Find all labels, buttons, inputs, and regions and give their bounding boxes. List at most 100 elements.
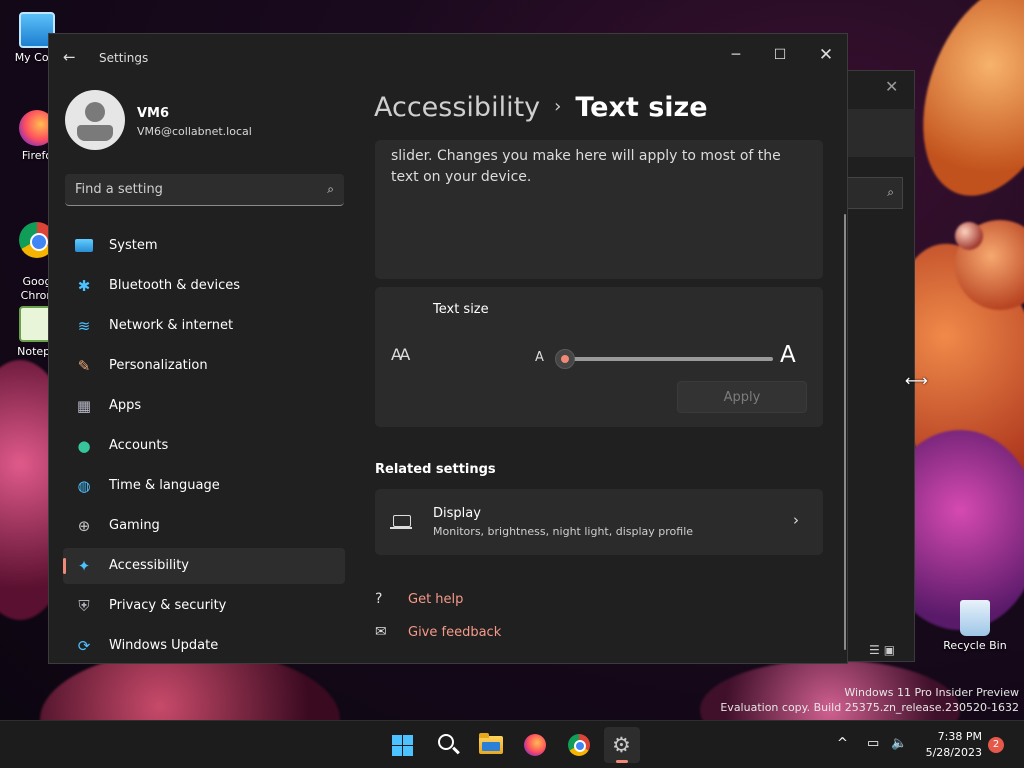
brush-icon: ✎	[77, 357, 91, 375]
chrome-icon	[568, 734, 590, 756]
monitor-icon	[75, 239, 93, 252]
bluetooth-icon: ✱	[77, 277, 91, 295]
get-help-link[interactable]: ? Get help	[375, 591, 463, 607]
watermark-line: Evaluation copy. Build 25375.zn_release.…	[720, 701, 1019, 714]
display-settings-link[interactable]: Display Monitors, brightness, night ligh…	[375, 489, 823, 555]
desktop-icon-label: Recycle Bin	[943, 639, 1007, 652]
chevron-up-icon[interactable]: ^	[837, 736, 848, 751]
taskbar-file-explorer[interactable]	[473, 727, 509, 763]
sidebar-item-label: Gaming	[109, 518, 160, 533]
network-icon[interactable]: ▭	[867, 736, 879, 751]
sidebar-item-privacy-security[interactable]: ⛨ Privacy & security	[63, 588, 345, 624]
resize-cursor-icon: ⟷	[905, 371, 928, 390]
taskbar: ⚙ ^ ▭ 🔈 7:38 PM 5/28/2023 2	[0, 720, 1024, 768]
taskbar-settings[interactable]: ⚙	[604, 727, 640, 763]
scrollbar[interactable]	[844, 214, 846, 650]
search-box[interactable]: ⌕	[65, 174, 344, 206]
sidebar-item-time-language[interactable]: ◍ Time & language	[63, 468, 345, 504]
avatar[interactable]	[65, 90, 125, 150]
display-subtitle: Monitors, brightness, night light, displ…	[433, 525, 694, 538]
sidebar-nav: System ✱ Bluetooth & devices ≋ Network &…	[63, 228, 345, 663]
sidebar-item-label: System	[109, 238, 158, 253]
firefox-icon	[524, 734, 546, 756]
app-title: Settings	[99, 51, 149, 65]
text-size-card: AA Text size A A Apply	[375, 287, 823, 427]
wallpaper-shape	[896, 0, 1024, 216]
give-feedback-link[interactable]: ✉ Give feedback	[375, 624, 501, 640]
minimize-button[interactable]: ─	[713, 40, 759, 72]
help-icon: ?	[375, 591, 383, 607]
sidebar-item-label: Accounts	[109, 438, 169, 453]
sidebar-item-accessibility[interactable]: ✦ Accessibility	[63, 548, 345, 584]
view-toggle-icons[interactable]: ☰▣	[869, 643, 899, 657]
sidebar-item-windows-update[interactable]: ⟳ Windows Update	[63, 628, 345, 663]
sidebar-item-label: Accessibility	[109, 558, 189, 573]
taskbar-search-button[interactable]	[429, 727, 465, 763]
maximize-button[interactable]: ☐	[757, 40, 803, 72]
sidebar-item-label: Network & internet	[109, 318, 234, 333]
sidebar-item-apps[interactable]: ▦ Apps	[63, 388, 345, 424]
sidebar-item-accounts[interactable]: ● Accounts	[63, 428, 345, 464]
wifi-icon: ≋	[77, 317, 91, 335]
close-icon[interactable]: ✕	[885, 77, 898, 96]
sidebar-item-label: Privacy & security	[109, 598, 227, 613]
background-window[interactable]: ✕ ⌕ ☰▣	[838, 70, 915, 662]
text-size-label: Text size	[433, 302, 489, 317]
clock-date: 5/28/2023	[925, 746, 982, 759]
user-name: VM6	[137, 106, 170, 121]
related-settings-heading: Related settings	[375, 462, 496, 477]
user-email: VM6@collabnet.local	[137, 125, 252, 138]
display-title: Display	[433, 506, 481, 521]
recycle-bin-icon	[960, 600, 990, 636]
sidebar-item-network[interactable]: ≋ Network & internet	[63, 308, 345, 344]
sidebar-item-system[interactable]: System	[63, 228, 345, 264]
breadcrumb-separator-icon: ›	[554, 96, 562, 117]
search-icon: ⌕	[887, 185, 894, 199]
taskbar-firefox[interactable]	[517, 727, 553, 763]
windows-logo-icon	[392, 735, 413, 756]
taskbar-chrome[interactable]	[561, 727, 597, 763]
globe-clock-icon: ◍	[77, 477, 91, 495]
volume-icon[interactable]: 🔈	[891, 736, 907, 751]
breadcrumb: Accessibility › Text size	[374, 92, 708, 123]
accessibility-icon: ✦	[77, 557, 91, 575]
background-window-toolbar	[839, 109, 915, 157]
sidebar-item-label: Time & language	[109, 478, 220, 493]
slider-thumb[interactable]	[555, 349, 575, 369]
get-help-label: Get help	[408, 592, 464, 607]
start-button[interactable]	[384, 727, 420, 763]
taskbar-clock[interactable]: 7:38 PM 5/28/2023	[920, 729, 982, 761]
description-text: slider. Changes you make here will apply…	[391, 148, 781, 185]
watermark-line: Windows 11 Pro Insider Preview	[844, 686, 1019, 699]
search-icon	[438, 734, 454, 750]
desktop-icon-recycle-bin[interactable]: Recycle Bin	[940, 600, 1010, 652]
page-title: Text size	[575, 92, 708, 123]
notification-badge[interactable]: 2	[988, 737, 1004, 753]
sidebar-item-personalization[interactable]: ✎ Personalization	[63, 348, 345, 384]
text-size-icon: AA	[391, 345, 410, 364]
search-input[interactable]	[65, 174, 305, 204]
back-button[interactable]: ←	[63, 48, 76, 66]
search-icon[interactable]: ⌕	[327, 182, 334, 197]
folder-icon	[479, 733, 503, 754]
clock-time: 7:38 PM	[937, 730, 982, 743]
sidebar-item-label: Windows Update	[109, 638, 219, 653]
text-size-slider[interactable]	[555, 349, 773, 369]
sidebar-item-bluetooth[interactable]: ✱ Bluetooth & devices	[63, 268, 345, 304]
gear-icon: ⚙	[612, 733, 631, 757]
sidebar-item-gaming[interactable]: ⊕ Gaming	[63, 508, 345, 544]
content-pane[interactable]: slider. Changes you make here will apply…	[375, 140, 825, 663]
description-card: slider. Changes you make here will apply…	[375, 140, 823, 279]
os-watermark: Windows 11 Pro Insider Preview Evaluatio…	[720, 685, 1019, 715]
feedback-icon: ✉	[375, 624, 387, 640]
update-icon: ⟳	[77, 637, 91, 655]
gamepad-icon: ⊕	[77, 517, 91, 535]
close-button[interactable]: ✕	[803, 40, 847, 72]
give-feedback-label: Give feedback	[408, 625, 502, 640]
title-bar[interactable]: ← Settings ─ ☐ ✕	[49, 34, 847, 82]
background-window-search[interactable]: ⌕	[847, 177, 903, 209]
apply-button[interactable]: Apply	[677, 381, 807, 413]
breadcrumb-parent[interactable]: Accessibility	[374, 92, 540, 123]
sidebar-item-label: Bluetooth & devices	[109, 278, 240, 293]
chevron-right-icon: ›	[793, 511, 799, 529]
